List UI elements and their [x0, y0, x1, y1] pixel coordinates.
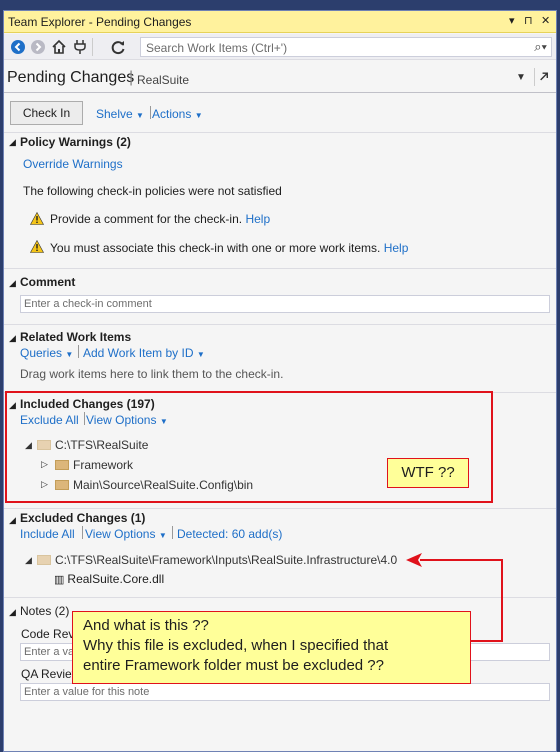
window-dropdown-button[interactable]: ▾	[509, 14, 515, 27]
warning-icon	[30, 212, 44, 225]
tree-expanded-icon[interactable]: ◢	[25, 555, 32, 566]
link-separator	[172, 526, 173, 540]
note-label: Code Revi	[21, 627, 78, 641]
note-input[interactable]: Enter a value for this note	[20, 683, 550, 701]
comment-input[interactable]: Enter a check-in comment	[20, 295, 550, 313]
callout-line: And what is this ??	[83, 617, 209, 634]
question-callout: And what is this ?? Why this file is exc…	[72, 611, 471, 684]
page-header: Pending Changes | RealSuite ▼	[4, 68, 556, 92]
policy-warning-item: You must associate this check-in with on…	[50, 241, 408, 255]
section-divider	[4, 132, 556, 133]
collapse-arrow-icon[interactable]: ◢	[9, 137, 16, 148]
action-separator	[150, 106, 151, 120]
excluded-changes-title: Excluded Changes (1)	[20, 511, 146, 525]
policy-warning-text: You must associate this check-in with on…	[50, 241, 381, 255]
shelve-label: Shelve	[96, 107, 133, 121]
tree-root-label: C:\TFS\RealSuite\Framework\Inputs\RealSu…	[55, 553, 398, 567]
view-options-link[interactable]: View Options ▼	[85, 527, 167, 541]
search-box[interactable]: Search Work Items (Ctrl+') ⌕▾	[140, 37, 552, 57]
connect-icon[interactable]	[72, 39, 88, 55]
work-items-hint: Drag work items here to link them to the…	[20, 367, 284, 381]
collapse-arrow-icon[interactable]: ◢	[9, 278, 16, 289]
excluded-file-label: RealSuite.Core.dll	[67, 572, 165, 586]
close-button[interactable]: ✕	[541, 14, 550, 27]
section-divider	[4, 508, 556, 509]
view-options-label: View Options	[85, 527, 156, 541]
note-placeholder: Enter a value for this note	[24, 686, 150, 698]
title-bar: Team Explorer - Pending Changes ▾ ⊓ ✕	[4, 11, 556, 33]
related-work-items-title: Related Work Items	[20, 330, 132, 344]
annotation-arrowhead-icon	[406, 553, 422, 567]
comment-title: Comment	[20, 275, 76, 289]
section-divider	[4, 324, 556, 325]
header-divider	[4, 92, 556, 93]
queries-link[interactable]: Queries ▼	[20, 346, 73, 360]
actions-caret-icon: ▼	[194, 111, 203, 120]
help-link[interactable]: Help	[245, 212, 270, 226]
navigate-external-icon[interactable]	[534, 68, 552, 86]
policy-warning-text: Provide a comment for the check-in.	[50, 212, 243, 226]
comment-placeholder: Enter a check-in comment	[24, 298, 152, 310]
help-link[interactable]: Help	[384, 241, 409, 255]
section-divider	[4, 597, 556, 598]
note-placeholder: Enter a va	[24, 646, 75, 658]
queries-label: Queries	[20, 346, 63, 360]
annotation-arrow-line	[471, 640, 503, 642]
page-dropdown-icon[interactable]: ▼	[516, 72, 526, 83]
window-title: Team Explorer - Pending Changes	[8, 15, 192, 29]
detected-link[interactable]: Detected: 60 add(s)	[177, 527, 282, 541]
add-work-item-label: Add Work Item by ID	[83, 346, 194, 360]
override-warnings-link[interactable]: Override Warnings	[23, 157, 123, 171]
actions-label: Actions	[152, 107, 192, 121]
wtf-callout: WTF ??	[387, 458, 469, 488]
excluded-file-item[interactable]: ▥ RealSuite.Core.dll	[54, 572, 164, 586]
add-work-item-caret-icon: ▼	[196, 350, 205, 359]
toolbar-separator	[92, 38, 93, 56]
queries-caret-icon: ▼	[65, 350, 74, 359]
home-icon[interactable]	[51, 39, 67, 55]
view-options-caret-icon: ▼	[158, 531, 167, 540]
annotation-arrow-line	[420, 559, 503, 561]
policy-intro-text: The following check-in policies were not…	[23, 184, 282, 198]
refresh-icon[interactable]	[110, 39, 126, 55]
collapse-arrow-icon[interactable]: ◢	[9, 515, 16, 526]
actions-link[interactable]: Actions ▼	[152, 107, 203, 121]
folder-icon	[37, 554, 51, 565]
policy-warnings-title: Policy Warnings (2)	[20, 135, 131, 149]
tree-root-item[interactable]: C:\TFS\RealSuite\Framework\Inputs\RealSu…	[37, 553, 397, 567]
dll-file-icon: ▥	[54, 574, 65, 586]
page-context: RealSuite	[137, 73, 190, 87]
collapse-arrow-icon[interactable]: ◢	[9, 607, 16, 618]
include-all-link[interactable]: Include All	[20, 527, 75, 541]
link-separator	[82, 526, 83, 540]
add-work-item-link[interactable]: Add Work Item by ID ▼	[83, 346, 205, 360]
forward-icon[interactable]	[30, 39, 46, 55]
page-title: Pending Changes	[7, 69, 135, 86]
policy-warning-item: Provide a comment for the check-in. Help	[50, 212, 270, 226]
callout-line: Why this file is excluded, when I specif…	[83, 637, 389, 654]
shelve-link[interactable]: Shelve ▼	[96, 107, 144, 121]
collapse-arrow-icon[interactable]: ◢	[9, 333, 16, 344]
back-icon[interactable]	[10, 39, 26, 55]
search-icon[interactable]: ⌕▾	[534, 39, 547, 55]
search-placeholder: Search Work Items (Ctrl+')	[146, 41, 288, 55]
toolbar: Search Work Items (Ctrl+') ⌕▾	[4, 34, 556, 60]
link-separator	[78, 345, 79, 359]
annotation-arrow-line	[501, 560, 503, 642]
page-title-separator: |	[129, 69, 134, 86]
callout-line: entire Framework folder must be excluded…	[83, 657, 384, 674]
warning-icon	[30, 240, 44, 253]
pin-button[interactable]: ⊓	[524, 14, 533, 27]
notes-title: Notes (2)	[20, 604, 70, 618]
check-in-button[interactable]: Check In	[10, 101, 83, 125]
shelve-caret-icon: ▼	[136, 111, 144, 120]
section-divider	[4, 268, 556, 269]
